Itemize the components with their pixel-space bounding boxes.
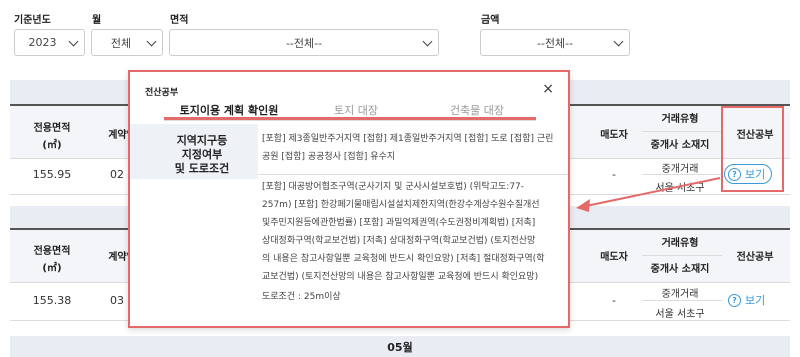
header-trade-type: 거래유형 [661,238,699,249]
row2-area: 155.38 [32,294,72,307]
row2-seller: - [612,294,616,307]
area-value: --전체-- [285,36,323,50]
law-line: 및주민지원등에관한법률) [포함] 과밀억제권역(수도권정비계획법) [저촉] [262,218,536,228]
zone-line: [포함] 제3종일반주거지역 [접함] 제1종일반주거지역 [접함] 도로 [접… [262,134,554,144]
close-icon[interactable]: × [542,81,554,97]
law-line: 257m) [포함] 한강폐기물매립시설설치제한지역(한강수계상수원수질개선 [262,200,540,210]
row2-trade-type: 중개거래 [661,289,699,300]
row1-seller: - [612,168,616,181]
header-trade-type: 거래유형 [661,114,699,125]
tab-building-register[interactable]: 건축물 대장 [418,102,536,118]
tab-baseline [164,120,536,121]
ledger-highlight [721,106,784,192]
month-value: 전체 [110,36,132,50]
zone-text: [포함] 제3종일반주거지역 [접함] 제1종일반주거지역 [접함] 도로 [접… [262,130,553,166]
chevron-down-icon [613,36,624,47]
header-broker-location: 중개사 소재지 [650,140,710,151]
header-broker-location: 중개사 소재지 [650,264,710,275]
row1-area: 155.95 [32,168,72,181]
month-label: 월 [92,15,102,26]
month-band-label: 05월 [387,341,413,354]
year-label: 기준년도 [14,15,51,26]
law-line: [포함] 대공방어협조구역(군사기지 및 군사시설보호법) (위탁고도:77- [262,182,525,192]
year-value: 2023 [28,36,57,49]
filter-bar: 기준년도 2023 월 전체 면적 --전체-- 금액 --전체-- [0,0,800,70]
divider [642,174,722,175]
tab-land-register[interactable]: 토지 대장 [294,102,418,118]
page: 기준년도 2023 월 전체 면적 --전체-- 금액 --전체-- 전용면적 … [0,0,800,357]
header-seller: 매도자 [600,252,628,263]
view-label: 보기 [745,294,766,307]
year-select[interactable]: 2023 [14,29,85,56]
row-label-line: 지역지구등 [176,134,228,147]
question-icon: ? [728,293,741,307]
popup-title: 전산공부 [145,88,179,98]
zone-designation-label: 지역지구등 지정여부 및 도로조건 [152,134,252,176]
row-label-line: 지정여부 [181,148,223,161]
header-ledger: 전산공부 [736,252,774,263]
ledger-popup: 전산공부 × 토지이용 계획 확인원 토지 대장 건축물 대장 지역지구등 지정… [128,70,570,328]
row1-broker-location: 서울 서초구 [655,183,705,194]
zone-line: 공원 [접함] 공공청사 [접함] 유수지 [262,152,396,162]
law-line: 교보건법) (토지전산망의 내용은 참고사항일뿐 교육청에 반드시 확인요망) [262,272,539,282]
row2-broker-location: 서울 서초구 [655,309,705,320]
tab-land-use-plan[interactable]: 토지이용 계획 확인원 [164,102,294,118]
divider [642,300,722,301]
chevron-down-icon [422,36,433,47]
chevron-down-icon [146,36,157,47]
header-area-label: 전용면적 [33,246,71,257]
header-area-unit: (㎡) [42,263,62,274]
header-seller: 매도자 [600,130,628,141]
area-label: 면적 [170,15,189,26]
law-text: [포함] 대공방어협조구역(군사기지 및 군사시설보호법) (위탁고도:77- … [262,178,544,286]
divider [258,174,568,175]
law-line: 상대정화구역(학교보건법) [저촉] 상대정화구역(학교보건법) (토지전산망 [262,236,536,246]
price-value: --전체-- [536,36,574,50]
area-select[interactable]: --전체-- [169,29,439,56]
tab-active-underline [164,117,536,120]
price-label: 금액 [481,15,500,26]
header-area: 전용면적 (㎡) [22,242,82,274]
road-condition: 도로조건 : 25m이상 [262,292,341,302]
header-area-unit: (㎡) [42,140,62,151]
row1-trade-type: 중개거래 [661,164,699,175]
header-area: 전용면적 (㎡) [22,119,82,151]
header-area-label: 전용면적 [33,123,71,134]
month-select[interactable]: 전체 [91,29,163,56]
divider [642,131,722,132]
row-label-line: 및 도로조건 [174,162,230,175]
chevron-down-icon [68,36,79,47]
law-line: 의 내용은 참고사항일뿐 교육청에 반드시 확인요망) [저촉] 절대정화구역(… [262,254,545,264]
price-select[interactable]: --전체-- [480,29,630,56]
divider [642,255,722,256]
row2-view-button[interactable]: ? 보기 [728,292,765,308]
